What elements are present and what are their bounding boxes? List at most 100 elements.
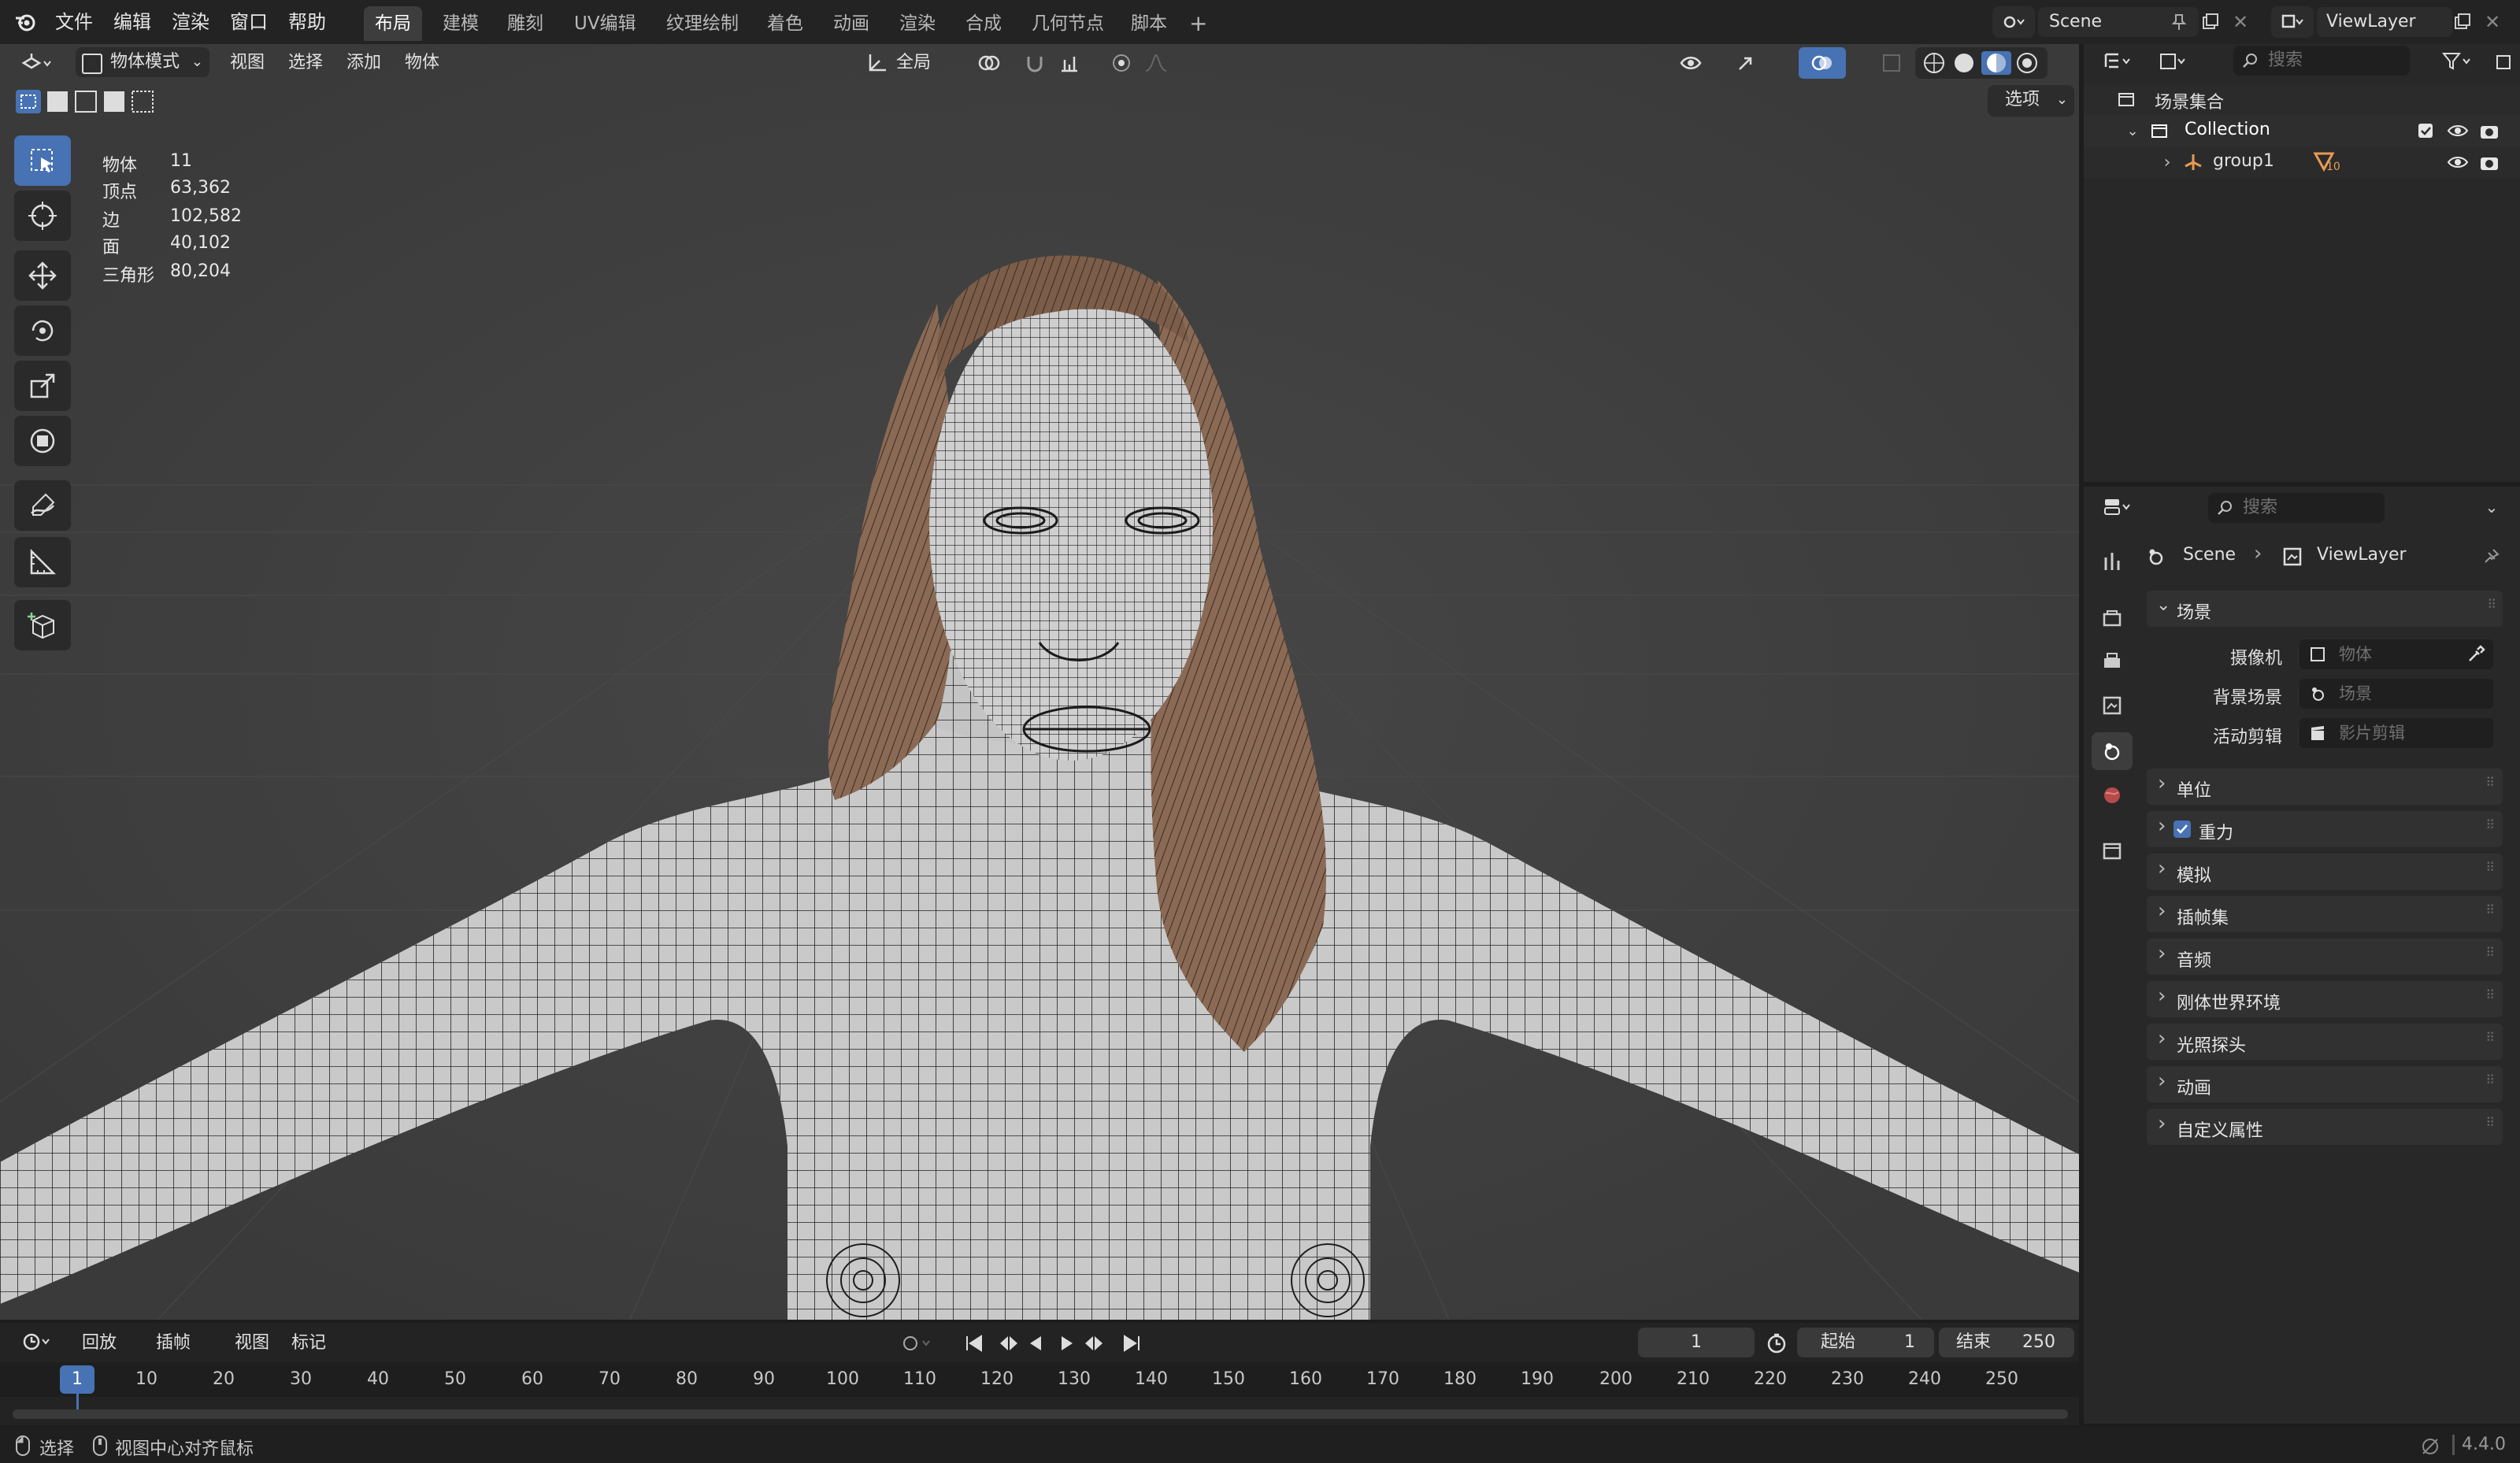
- tab-geometry-nodes[interactable]: 几何节点: [1021, 6, 1115, 41]
- tab-shading[interactable]: 着色: [756, 6, 814, 41]
- timeline-menu-marker[interactable]: 标记: [291, 1329, 326, 1357]
- scene-selector-icon[interactable]: [1992, 6, 2035, 38]
- menu-add[interactable]: 添加: [346, 49, 381, 77]
- playback-controls[interactable]: [962, 1329, 1151, 1357]
- proportional-edit-icon[interactable]: [1106, 49, 1137, 77]
- blender-logo-icon[interactable]: [9, 8, 41, 36]
- properties-editor-type-icon[interactable]: [2095, 493, 2142, 521]
- tab-compositing[interactable]: 合成: [954, 6, 1013, 41]
- outliner-row-scene-collection[interactable]: 场景集合: [2084, 83, 2520, 115]
- menu-file[interactable]: 文件: [55, 6, 93, 38]
- tab-animation[interactable]: 动画: [822, 6, 880, 41]
- pivot-point-icon[interactable]: [970, 49, 1010, 77]
- timeline-menu-view[interactable]: 视图: [235, 1329, 269, 1357]
- chevron-down-icon[interactable]: ⌄: [2123, 121, 2142, 140]
- gravity-section[interactable]: › 重力 ⠿: [2147, 811, 2503, 847]
- measure-tool[interactable]: [14, 537, 71, 587]
- delete-view-layer-icon[interactable]: ✕: [2481, 8, 2504, 36]
- auto-keying-icon[interactable]: [893, 1329, 940, 1357]
- drag-handle-icon[interactable]: ⠿: [2485, 775, 2495, 790]
- editor-type-icon[interactable]: [14, 49, 61, 77]
- rigid-body-world-section[interactable]: › 刚体世界环境 ⠿: [2147, 981, 2503, 1017]
- select-box-tool[interactable]: [14, 135, 71, 186]
- add-cube-tool[interactable]: [14, 600, 71, 650]
- drag-handle-icon[interactable]: ⠿: [2485, 1072, 2495, 1087]
- rotate-tool[interactable]: [14, 306, 71, 356]
- animation-section[interactable]: › 动画 ⠿: [2147, 1066, 2503, 1102]
- render-tab-icon[interactable]: [2095, 602, 2129, 636]
- scene-tab-icon[interactable]: [2092, 732, 2133, 770]
- custom-properties-section[interactable]: › 自定义属性 ⠿: [2147, 1109, 2503, 1145]
- filter-icon[interactable]: [2433, 47, 2481, 76]
- light-probes-section[interactable]: › 光照探头 ⠿: [2147, 1024, 2503, 1060]
- tab-rendering[interactable]: 渲染: [888, 6, 947, 41]
- tab-sculpting[interactable]: 雕刻: [496, 6, 554, 41]
- menu-render[interactable]: 渲染: [172, 6, 209, 38]
- xray-toggle-icon[interactable]: [1877, 49, 1906, 77]
- audio-section[interactable]: › 音频 ⠿: [2147, 939, 2503, 975]
- timeline-scrollbar[interactable]: [13, 1409, 2068, 1419]
- drag-handle-icon[interactable]: ⠿: [2485, 1030, 2495, 1045]
- world-tab-icon[interactable]: [2095, 778, 2129, 813]
- new-view-layer-icon[interactable]: [2449, 8, 2476, 36]
- drag-handle-icon[interactable]: ⠿: [2485, 817, 2495, 832]
- camera-render-icon[interactable]: [2477, 120, 2501, 142]
- end-frame-field[interactable]: 结束 250: [1939, 1328, 2074, 1357]
- timeline-menu-playback[interactable]: 回放: [82, 1329, 117, 1357]
- outliner-row-collection[interactable]: ⌄ Collection: [2084, 115, 2520, 146]
- overlays-toggle-icon[interactable]: [1799, 47, 1846, 79]
- simulation-section[interactable]: › 模拟 ⠿: [2147, 854, 2503, 890]
- units-section[interactable]: › 单位 ⠿: [2147, 769, 2503, 805]
- 3d-viewport[interactable]: [0, 44, 2079, 1320]
- eye-icon[interactable]: [2446, 120, 2470, 142]
- transform-tool[interactable]: [14, 416, 71, 466]
- collection-tab-icon[interactable]: [2095, 833, 2129, 868]
- display-mode-icon[interactable]: [2150, 47, 2197, 76]
- menu-object[interactable]: 物体: [405, 49, 439, 77]
- drag-handle-icon[interactable]: ⠿: [2485, 945, 2495, 960]
- tab-modeling[interactable]: 建模: [432, 6, 490, 41]
- mode-selector[interactable]: 物体模式 ⌄: [76, 47, 209, 77]
- selection-mode-buttons[interactable]: [13, 85, 154, 117]
- output-tab-icon[interactable]: [2095, 644, 2129, 679]
- keying-sets-section[interactable]: › 插帧集 ⠿: [2147, 896, 2503, 932]
- move-tool[interactable]: [14, 250, 71, 301]
- pin-icon[interactable]: [2167, 9, 2191, 35]
- tab-texture-paint[interactable]: 纹理绘制: [655, 6, 750, 41]
- transform-orientation-label[interactable]: 全局: [896, 49, 931, 77]
- menu-edit[interactable]: 编辑: [113, 6, 151, 38]
- drag-handle-icon[interactable]: ⠿: [2485, 987, 2495, 1002]
- tool-tab-icon[interactable]: [2095, 543, 2129, 578]
- view-layer-selector-icon[interactable]: [2271, 6, 2314, 38]
- delete-scene-icon[interactable]: ✕: [2229, 8, 2252, 36]
- drag-handle-icon[interactable]: ⠿: [2485, 860, 2495, 875]
- scale-tool[interactable]: [14, 361, 71, 411]
- transform-orientation-icon[interactable]: [860, 49, 895, 77]
- new-collection-icon[interactable]: [2488, 47, 2520, 76]
- drag-handle-icon[interactable]: ⠿: [2487, 597, 2496, 612]
- gizmo-toggle-icon[interactable]: [1729, 49, 1772, 77]
- pin-icon[interactable]: [2477, 543, 2504, 570]
- timeline-editor-type-icon[interactable]: [14, 1328, 61, 1356]
- menu-window[interactable]: 窗口: [230, 6, 268, 38]
- falloff-icon[interactable]: [1140, 49, 1172, 77]
- menu-view[interactable]: 视图: [230, 49, 265, 77]
- menu-select[interactable]: 选择: [288, 49, 323, 77]
- preview-range-icon[interactable]: [1762, 1329, 1791, 1357]
- drag-handle-icon[interactable]: ⠿: [2485, 902, 2495, 917]
- scene-section-header[interactable]: ⌄ 场景 ⠿: [2147, 591, 2503, 627]
- annotate-tool[interactable]: [14, 480, 71, 531]
- new-scene-icon[interactable]: [2197, 8, 2224, 36]
- snap-icon[interactable]: [1021, 49, 1049, 77]
- add-workspace-button[interactable]: +: [1178, 6, 1218, 41]
- start-frame-field[interactable]: 起始 1: [1797, 1328, 1934, 1357]
- eye-icon[interactable]: [2446, 151, 2470, 173]
- options-dropdown[interactable]: 选项 ⌄: [1988, 85, 2074, 117]
- outliner-row-group1[interactable]: › group1 10: [2084, 146, 2520, 178]
- outliner-editor-type-icon[interactable]: [2095, 47, 2142, 76]
- gravity-checkbox[interactable]: [2174, 820, 2191, 838]
- tab-layout[interactable]: 布局: [364, 6, 422, 41]
- cursor-tool[interactable]: [14, 191, 71, 241]
- timeline-menu-keying[interactable]: 插帧: [156, 1329, 191, 1357]
- snap-target-icon[interactable]: [1052, 49, 1091, 77]
